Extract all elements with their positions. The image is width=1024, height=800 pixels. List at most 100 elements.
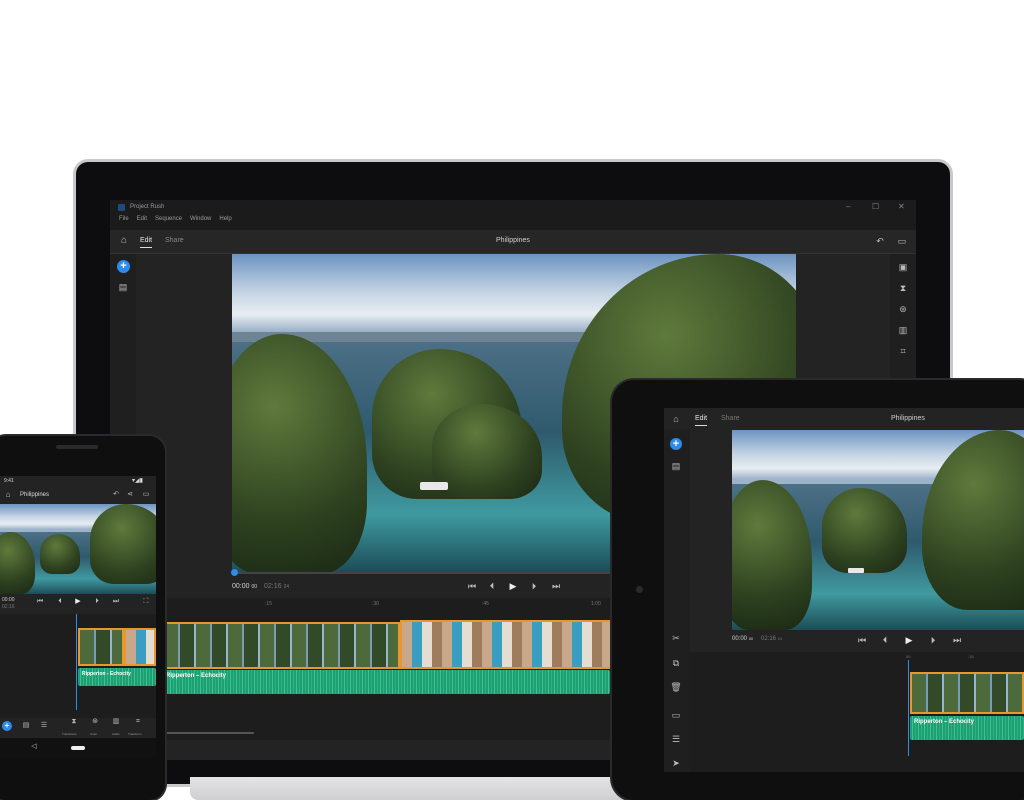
top-toolbar: ⌂ Edit Share Philippines ↶ ▭ [110,230,916,254]
back-icon[interactable]: ◁ [28,742,40,752]
home-pill-icon[interactable] [71,746,85,750]
projects-icon[interactable]: ▤ [117,282,129,292]
tab-edit[interactable]: Edit [695,415,708,426]
projects-icon[interactable]: ▤ [670,461,682,471]
app-title: Project Rush [130,204,165,210]
camera-icon [636,586,643,593]
signal-battery-icon: ▾◢▮ [132,478,143,484]
playhead[interactable] [908,660,909,756]
ruler-tick: :15 [265,601,272,607]
tracks-icon[interactable]: ☰ [38,721,50,731]
menu-file[interactable]: File [119,216,129,222]
audio-icon[interactable]: ▥ [110,717,122,727]
play-icon[interactable]: ▶ [507,581,519,591]
step-forward-icon[interactable]: ⏵ [528,581,540,591]
step-back-icon[interactable]: ⏴ [54,597,66,607]
ruler-tick: 00 [906,654,911,659]
video-clip[interactable] [400,620,620,669]
add-media-button[interactable]: + [117,260,130,273]
transitions-icon[interactable]: ⧗ [68,717,80,727]
menu-window[interactable]: Window [190,216,211,222]
step-forward-icon[interactable]: ⏵ [927,635,939,645]
app-logo-icon [118,204,125,211]
color-icon[interactable]: ⊛ [897,304,909,314]
tab-share[interactable]: Share [165,237,184,244]
skip-end-icon[interactable]: ⏭ [550,581,562,591]
tab-share[interactable]: Share [721,415,740,422]
delete-icon[interactable]: 🗑 [670,682,682,692]
menu-help[interactable]: Help [219,216,231,222]
play-icon[interactable]: ▶ [72,597,84,607]
home-icon[interactable]: ⌂ [2,490,14,500]
step-back-icon[interactable]: ⏴ [879,635,891,645]
crop-icon[interactable]: ⌗ [897,346,909,356]
menu-bar: File Edit Sequence Window Help [110,216,232,222]
skip-start-icon[interactable]: ⏮ [466,581,478,591]
playhead[interactable] [76,614,77,710]
video-clip[interactable] [124,628,156,666]
comment-icon[interactable]: ▭ [140,490,152,500]
title-bar: Project Rush – ☐ ✕ File Edit Sequence Wi… [110,200,916,230]
video-clip[interactable] [78,628,124,666]
left-toolbar: + ▤ ✂ ⧉ 🗑 ▭ ☰ ➤ [664,430,690,772]
play-icon[interactable]: ▶ [903,635,915,645]
audio-track-label: Ripperton - Echocity [82,671,131,677]
tool-label: Transform [128,732,142,736]
skip-start-icon[interactable]: ⏮ [856,635,868,645]
projects-icon[interactable]: ▤ [20,721,32,731]
color-icon[interactable]: ⊛ [89,717,101,727]
tool-label: Transitions [62,732,77,736]
home-icon[interactable]: ⌂ [670,414,682,424]
transform-icon[interactable]: ⌗ [132,717,144,727]
ruler-tick: 1:00 [591,601,601,607]
status-time: 9:41 [4,478,14,484]
timecode-total: 02:16 24 [761,636,783,642]
menu-edit[interactable]: Edit [137,216,147,222]
ruler-tick: :30 [372,601,379,607]
timeline-scrollbar[interactable] [162,732,254,734]
video-clip[interactable] [162,622,400,669]
duplicate-icon[interactable]: ⧉ [670,658,682,668]
tab-edit[interactable]: Edit [140,237,153,248]
menu-sequence[interactable]: Sequence [155,216,182,222]
video-preview[interactable] [732,430,1024,630]
add-media-button[interactable]: + [670,438,682,450]
tracks-icon[interactable]: ☰ [670,734,682,744]
undo-icon[interactable]: ↶ [874,236,886,246]
share-icon[interactable]: ⋖ [124,490,136,500]
phone-app-screen: 9:41 ▾◢▮ ⌂ Philippines ↶ ⋖ ▭ 00:00 02:16… [0,476,156,758]
android-nav-bar: ◁ [0,738,156,758]
skip-end-icon[interactable]: ⏭ [951,635,963,645]
timecode-current: 00:00 00 [232,583,258,590]
fullscreen-icon[interactable]: ⛶ [140,597,152,607]
skip-start-icon[interactable]: ⏮ [34,597,46,607]
timecode-total: 02:16 [2,604,15,610]
titles-icon[interactable]: ▣ [897,262,909,272]
minimize-button[interactable]: – [846,202,850,211]
add-media-button[interactable]: + [2,721,12,731]
transitions-icon[interactable]: ⧗ [897,283,909,293]
step-back-icon[interactable]: ⏴ [486,581,498,591]
tool-label: Audio [112,732,120,736]
audio-clip[interactable]: Ripperton – Echocity [910,716,1024,740]
audio-clip[interactable]: Ripperton – Echocity [162,670,610,694]
home-icon[interactable]: ⌂ [118,236,130,246]
video-preview[interactable] [0,504,156,594]
video-clip[interactable] [910,672,1024,714]
media-icon[interactable]: ▭ [670,710,682,720]
audio-icon[interactable]: ▥ [897,325,909,335]
close-button[interactable]: ✕ [898,202,905,211]
project-title: Philippines [496,237,530,244]
maximize-button[interactable]: ☐ [872,202,879,211]
product-showcase: Project Rush – ☐ ✕ File Edit Sequence Wi… [0,0,1024,800]
audio-clip[interactable]: Ripperton - Echocity [78,668,156,686]
skip-end-icon[interactable]: ⏭ [110,597,122,607]
comment-icon[interactable]: ▭ [896,236,908,246]
undo-icon[interactable]: ↶ [110,490,122,500]
scrubber-handle[interactable] [231,569,238,576]
tablet-app-screen: ⌂ Edit Share Philippines + ▤ ✂ ⧉ 🗑 ▭ ☰ ➤… [664,408,1024,772]
split-icon[interactable]: ✂ [670,633,682,643]
audio-track-label: Ripperton – Echocity [166,673,227,679]
step-forward-icon[interactable]: ⏵ [91,597,103,607]
select-icon[interactable]: ➤ [670,758,682,768]
